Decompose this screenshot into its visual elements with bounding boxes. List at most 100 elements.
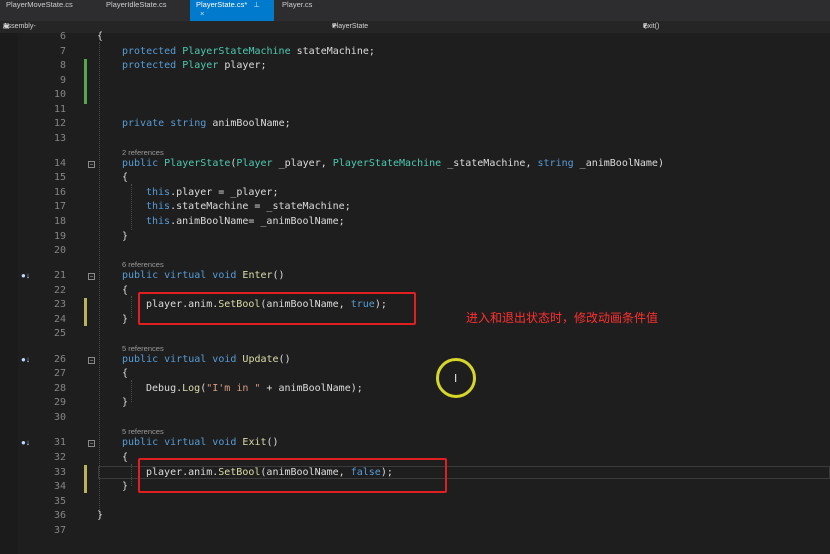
code-line[interactable]: this.stateMachine = _stateMachine; [146,201,351,213]
codelens-references[interactable]: 5 references [122,427,164,437]
type-name: string [537,158,574,169]
expression: Debug. [146,383,183,394]
line-number: 31 [53,437,66,448]
code-line[interactable]: } [122,231,128,243]
tab-player-idle-state[interactable]: PlayerIdleState.cs [100,0,186,21]
class-name: PlayerState [332,23,369,30]
code-line[interactable]: Debug.Log("I'm in " + animBoolName); [146,383,363,395]
keyword: protected [122,46,177,57]
code-line[interactable]: protected Player player; [122,60,267,72]
brace: { [122,172,129,183]
line-number: 9 [59,75,66,86]
line-number: 16 [53,187,66,198]
brace: } [97,510,104,521]
brace: { [122,285,129,296]
line-number: 14 [53,158,66,169]
code-line[interactable]: public virtual void Enter() [122,270,285,282]
change-marker-saved [84,59,87,104]
change-marker-unsaved [84,465,87,493]
code-line[interactable]: { [122,368,128,380]
line-number: 12 [53,118,66,129]
line-number: 20 [53,245,66,256]
codelens-references[interactable]: 6 references [122,260,164,270]
line-number: 30 [53,412,66,423]
collapse-icon[interactable]: − [88,440,95,447]
code-line[interactable]: this.player = _player; [146,187,278,199]
type-name: PlayerStateMachine [332,158,442,169]
collapse-icon[interactable]: − [88,161,95,168]
line-number: 29 [53,397,66,408]
keyword: public virtual void [122,270,237,281]
statement: .player = _player; [170,187,279,198]
line-number: 27 [53,368,66,379]
type-name: Player [236,158,273,169]
override-icon[interactable]: ●↓ [21,270,30,282]
indent-guide [131,380,132,402]
tab-label: PlayerState.cs* [196,0,248,9]
line-number: 22 [53,285,66,296]
identifier: animBoolName; [212,118,291,129]
line-number: 8 [59,60,66,71]
line-number: 15 [53,172,66,183]
type-name: PlayerStateMachine [182,46,291,57]
brace: } [122,231,129,242]
code-line[interactable]: { [97,31,103,43]
annotation-note: 进入和退出状态时，修改动画条件值 [466,311,659,325]
code-line[interactable]: } [122,481,128,493]
keyword: this [146,201,171,212]
editor-tab-bar: PlayerMoveState.cs PlayerIdleState.cs Pl… [0,0,830,22]
collapse-icon[interactable]: − [88,357,95,364]
code-line[interactable]: { [122,285,128,297]
indent-guide [131,184,132,230]
constructor-name: PlayerState [164,158,231,169]
brace: { [122,368,129,379]
code-line[interactable]: } [97,510,103,522]
keyword: public virtual void [122,354,237,365]
indent-guide [131,296,132,318]
collapse-icon[interactable]: − [88,273,95,280]
line-number: 35 [53,496,66,507]
line-number: 13 [53,133,66,144]
code-line[interactable]: protected PlayerStateMachine stateMachin… [122,46,375,58]
codelens-references[interactable]: 2 references [122,148,164,158]
type-name: Player [182,60,219,71]
type-name: string [170,118,207,129]
expression: + animBoolName); [260,383,363,394]
line-number: 6 [59,31,66,42]
code-line[interactable]: private string animBoolName; [122,118,291,130]
code-line[interactable]: { [122,452,128,464]
punctuation: () [266,437,279,448]
code-line[interactable]: public PlayerState(Player _player, Playe… [122,158,664,170]
code-line[interactable]: this.animBoolName= _animBoolName; [146,216,345,228]
tab-label: PlayerIdleState.cs [106,0,167,9]
code-line[interactable]: public virtual void Update() [122,354,291,366]
tab-label: PlayerMoveState.cs [6,0,73,9]
method-name: Update [242,354,279,365]
line-number: 7 [59,46,66,57]
tab-player-state[interactable]: PlayerState.cs* ⊥ × [190,0,274,21]
line-number: 36 [53,510,66,521]
code-line[interactable]: public virtual void Exit() [122,437,279,449]
close-icon[interactable]: × [200,9,204,18]
keyword: this [146,216,171,227]
override-icon[interactable]: ●↓ [21,354,30,366]
pin-icon[interactable]: ⊥ [253,0,260,9]
tab-player[interactable]: Player.cs [276,0,320,21]
tab-player-move-state[interactable]: PlayerMoveState.cs [0,0,90,21]
glyph-margin [0,33,18,554]
brace: } [122,314,129,325]
code-line[interactable]: } [122,314,128,326]
statement: .stateMachine = _stateMachine; [170,201,351,212]
parameter: _player, [278,158,327,169]
punctuation: () [278,354,291,365]
override-icon[interactable]: ●↓ [21,437,30,449]
line-number: 28 [53,383,66,394]
code-line[interactable]: } [122,397,128,409]
code-line[interactable]: { [122,172,128,184]
line-number: 32 [53,452,66,463]
codelens-references[interactable]: 5 references [122,344,164,354]
line-number: 11 [53,104,66,115]
punctuation: () [272,270,285,281]
line-number: 33 [53,467,66,478]
text-cursor-icon: I [454,372,458,385]
